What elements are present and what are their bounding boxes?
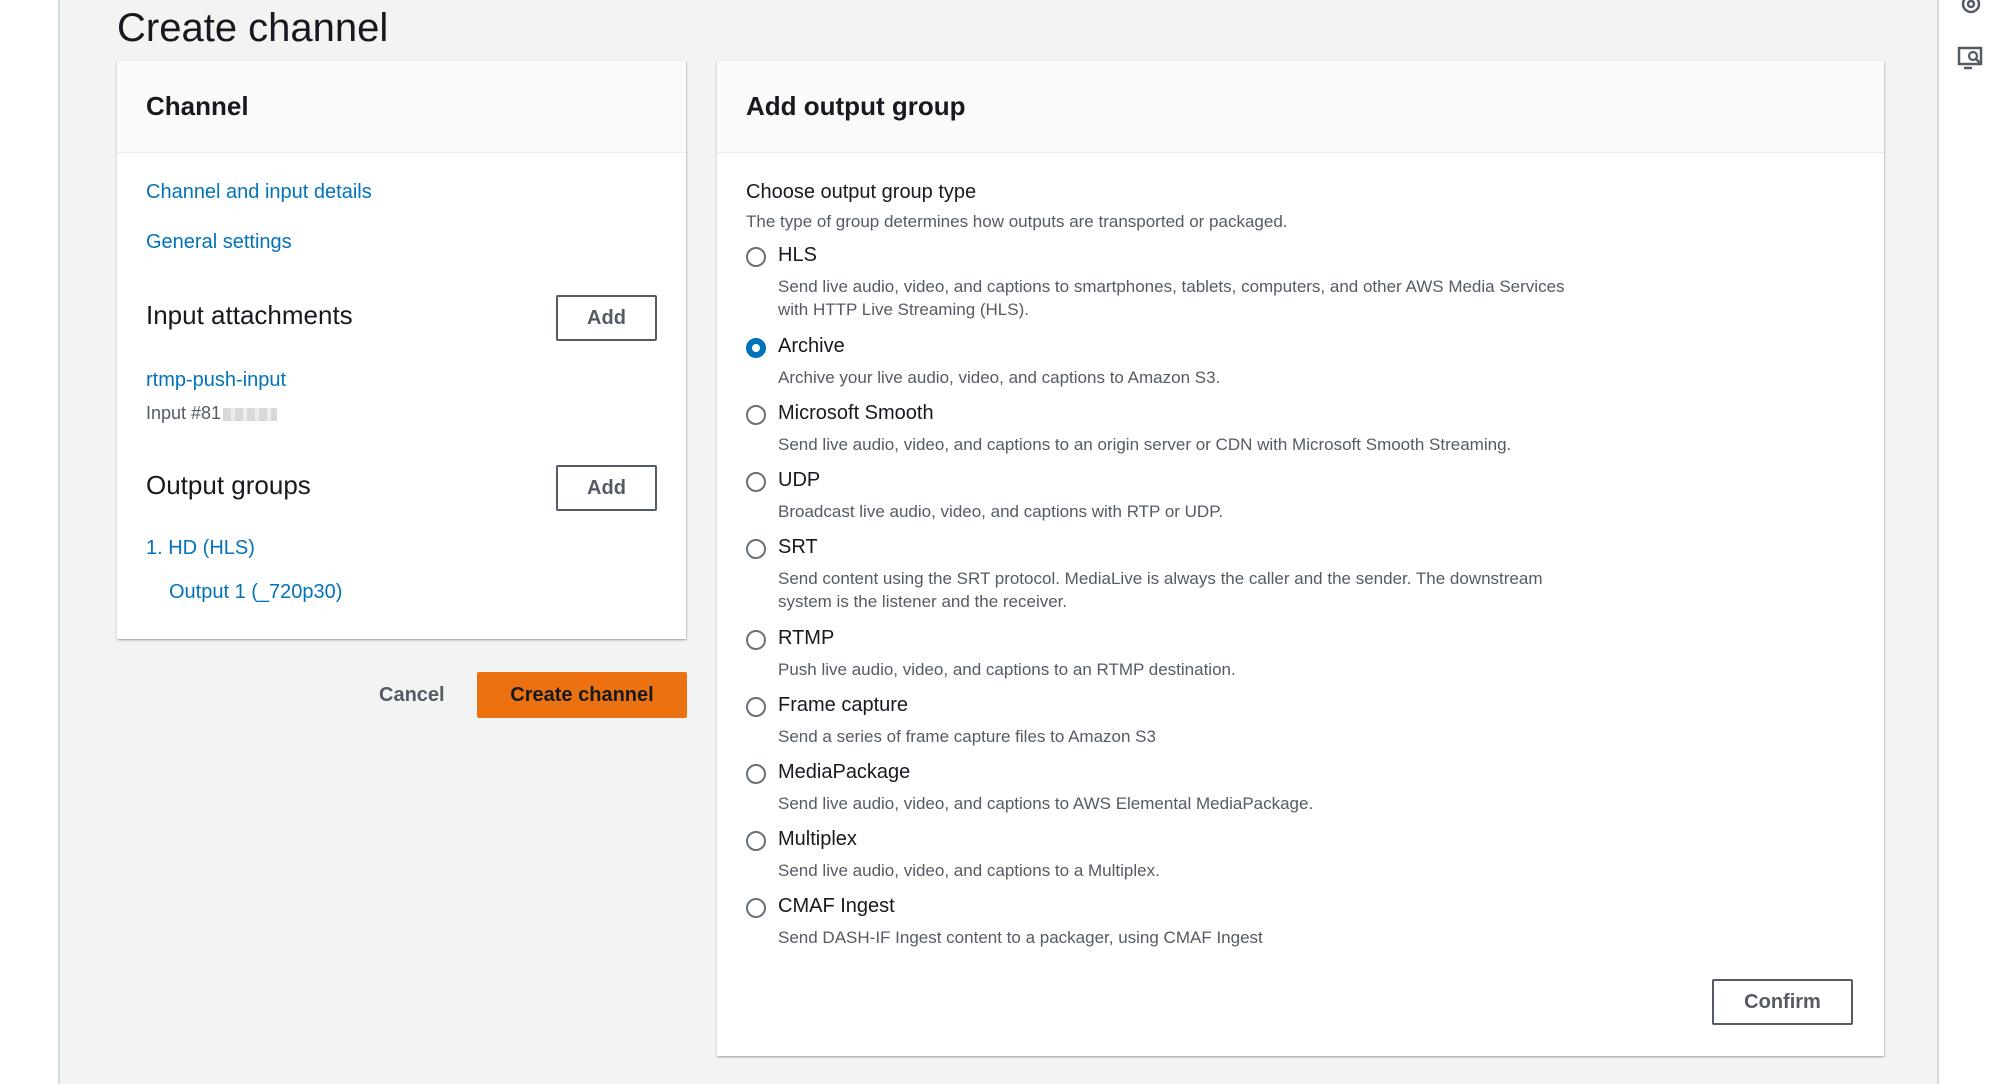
radio-label-microsoft-smooth: Microsoft Smooth [778,402,934,424]
radio-description-srt: Send content using the SRT protocol. Med… [778,569,1543,611]
radio-button-archive[interactable] [746,338,766,358]
settings-icon[interactable] [1957,0,1985,18]
radio-description-mediapackage: Send live audio, video, and captions to … [778,794,1314,813]
input-id: Input #81 [146,403,278,424]
radio-description-microsoft-smooth: Send live audio, video, and captions to … [778,435,1512,454]
radio-button-microsoft-smooth[interactable] [746,405,766,425]
radio-button-rtmp[interactable] [746,630,766,650]
channel-panel-header: Channel [117,61,686,153]
channel-panel: Channel Channel and input details Genera… [117,61,686,639]
radio-button-mediapackage[interactable] [746,764,766,784]
output-groups-title: Output groups [146,470,311,500]
cancel-button[interactable]: Cancel [365,672,459,718]
radio-description-rtmp: Push live audio, video, and captions to … [778,660,1236,679]
radio-description-frame-capture: Send a series of frame capture files to … [778,727,1156,746]
radio-button-multiplex[interactable] [746,831,766,851]
radio-label-hls: HLS [778,244,817,266]
radio-button-hls[interactable] [746,247,766,267]
radio-description-cmaf-ingest: Send DASH-IF Ingest content to a package… [778,928,1263,947]
input-attachment-link[interactable]: rtmp-push-input [146,369,286,392]
input-id-text: Input #81 [146,403,222,423]
channel-panel-title: Channel [146,91,249,121]
radio-description-archive: Archive your live audio, video, and capt… [778,368,1221,387]
output-group-panel-title: Add output group [746,91,966,121]
redacted-block [223,407,278,421]
output-group-panel-header: Add output group [717,61,1884,153]
create-channel-button[interactable]: Create channel [477,672,687,718]
left-rail [0,0,60,1084]
radio-button-cmaf-ingest[interactable] [746,898,766,918]
radio-label-archive: Archive [778,335,845,357]
add-input-attachment-button[interactable]: Add [556,295,657,341]
radio-description-udp: Broadcast live audio, video, and caption… [778,502,1224,521]
page-title: Create channel [117,6,389,50]
radio-label-udp: UDP [778,469,821,491]
input-attachments-title: Input attachments [146,300,353,330]
nav-link-general-settings[interactable]: General settings [146,231,292,254]
radio-label-srt: SRT [778,536,818,558]
radio-button-srt[interactable] [746,539,766,559]
nav-link-channel-input-details[interactable]: Channel and input details [146,181,372,204]
radio-description-multiplex: Send live audio, video, and captions to … [778,861,1160,880]
add-output-group-button[interactable]: Add [556,465,657,511]
radio-label-cmaf-ingest: CMAF Ingest [778,895,895,917]
add-output-group-panel: Add output group Choose output group typ… [717,61,1884,1056]
radio-label-frame-capture: Frame capture [778,694,909,716]
output-group-type-description: The type of group determines how outputs… [746,212,1288,231]
screen-search-icon[interactable] [1957,45,1985,73]
output-link[interactable]: Output 1 (_720p30) [169,581,342,604]
radio-button-udp[interactable] [746,472,766,492]
radio-label-multiplex: Multiplex [778,828,857,850]
radio-label-rtmp: RTMP [778,627,835,649]
radio-description-hls: Send live audio, video, and captions to … [778,277,1565,319]
right-rail [1937,0,2000,1084]
confirm-button[interactable]: Confirm [1712,979,1853,1025]
radio-button-frame-capture[interactable] [746,697,766,717]
output-group-link[interactable]: 1. HD (HLS) [146,537,255,560]
radio-label-mediapackage: MediaPackage [778,761,911,783]
output-group-type-label: Choose output group type [746,181,977,203]
